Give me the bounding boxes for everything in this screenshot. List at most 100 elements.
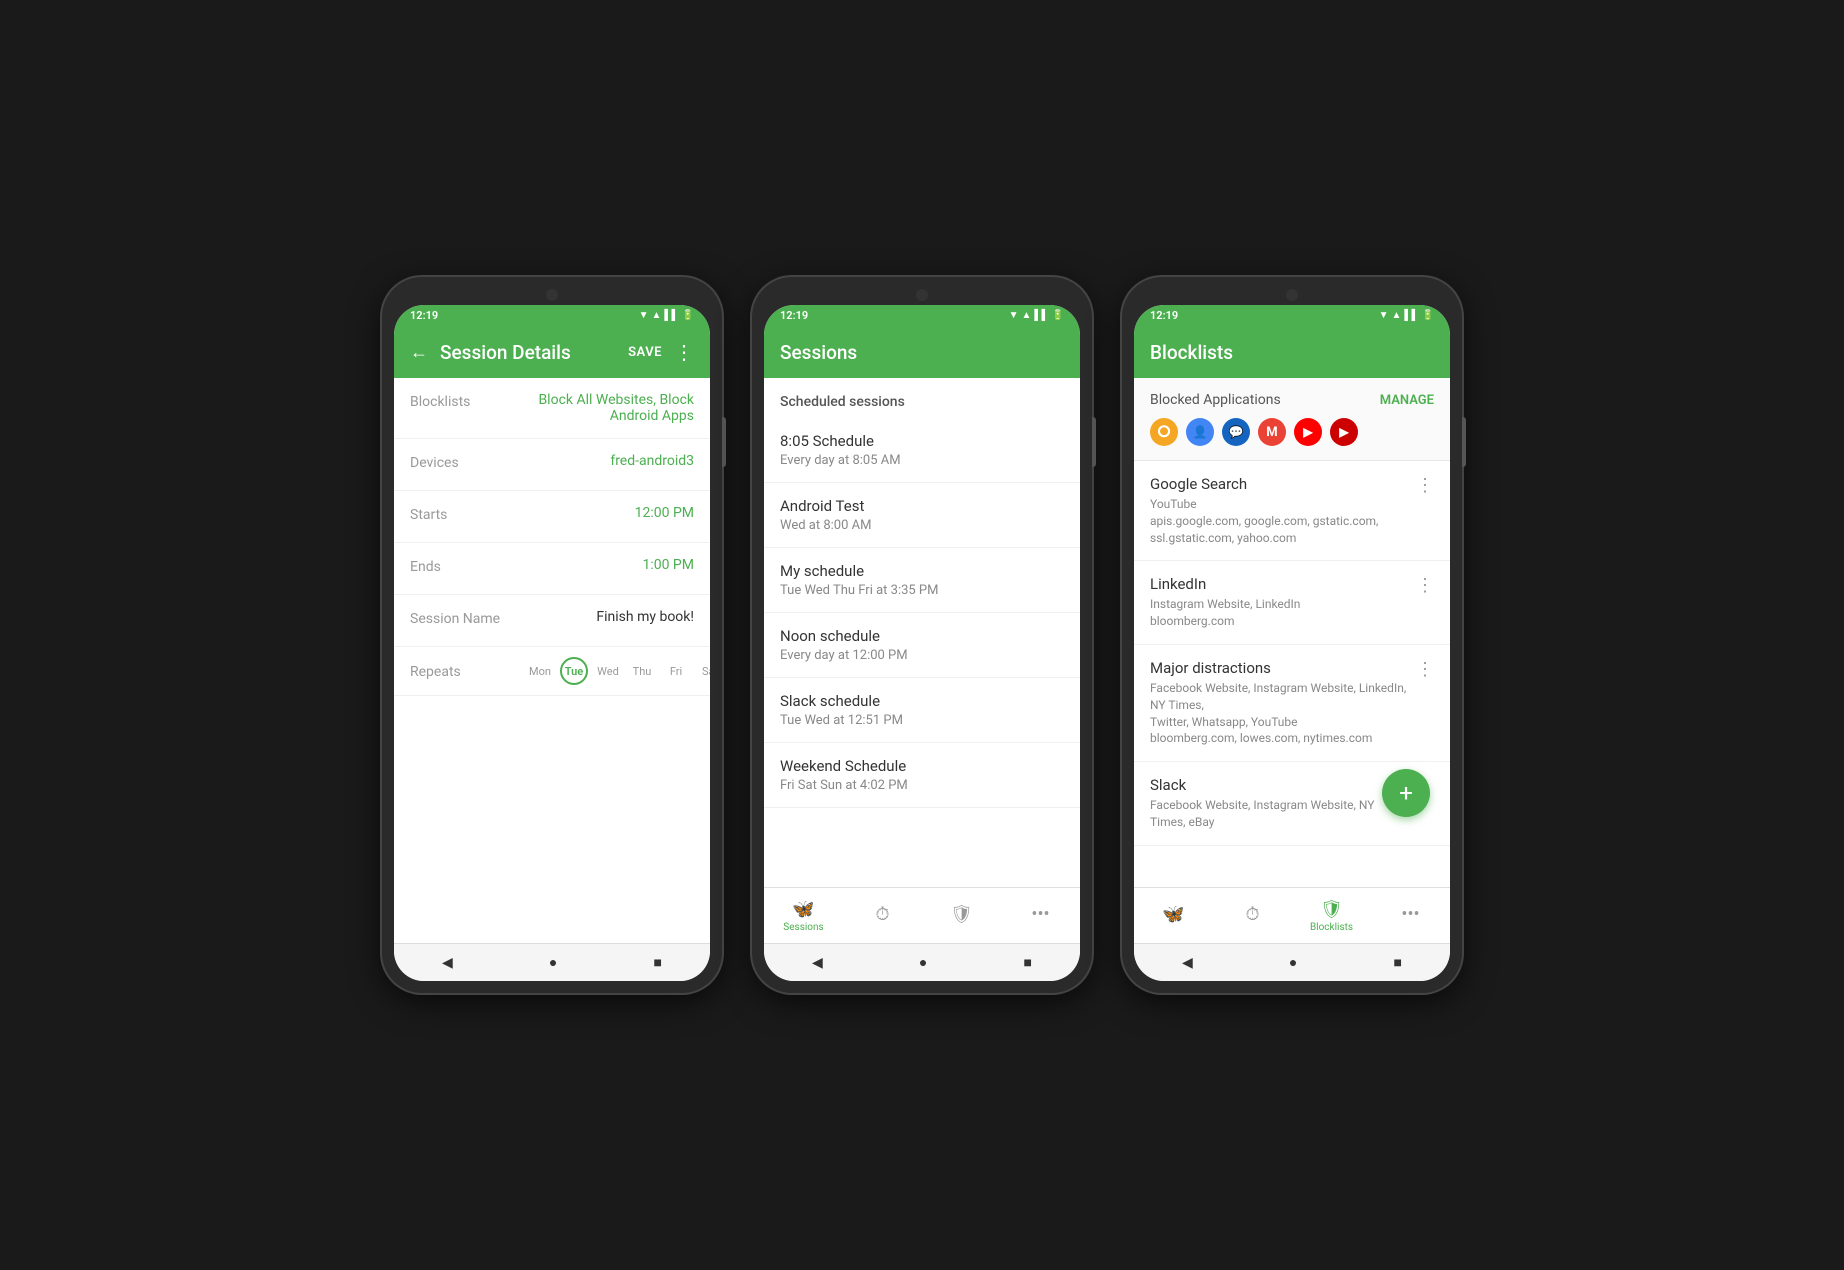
session-slack[interactable]: Slack schedule Tue Wed at 12:51 PM (764, 678, 1080, 743)
blocklist-linkedin[interactable]: LinkedIn Instagram Website, LinkedInbloo… (1134, 561, 1450, 645)
sessions-icon: 🦋 (792, 899, 814, 920)
add-blocklist-fab[interactable]: + (1382, 769, 1430, 817)
blocklist-major-distractions[interactable]: Major distractions Facebook Website, Ins… (1134, 645, 1450, 762)
blocklist-slack-name: Slack (1150, 776, 1408, 794)
session-my-schedule[interactable]: My schedule Tue Wed Thu Fri at 3:35 PM (764, 548, 1080, 613)
screen-title-2: Sessions (780, 341, 1064, 364)
session-android-test[interactable]: Android Test Wed at 8:00 AM (764, 483, 1080, 548)
blocked-apps-section: Blocked Applications MANAGE ⭘ 👤 💬 M ▶ ▶ (1134, 378, 1450, 461)
home-nav-1[interactable]: ● (549, 954, 557, 971)
starts-label: Starts (410, 505, 520, 523)
phone-session-details: 12:19 ▼ ▲ ▌▌ 🔋 ← Session Details SAVE ⋮ … (382, 277, 722, 993)
major-more-icon[interactable]: ⋮ (1408, 659, 1434, 680)
session-time-noon: Every day at 12:00 PM (780, 648, 1064, 663)
blocklists-icon: 🛡 (950, 904, 973, 925)
back-nav-3[interactable]: ◀ (1182, 955, 1193, 971)
devices-value[interactable]: fred-android3 (520, 453, 694, 469)
manage-button[interactable]: MANAGE (1380, 393, 1434, 408)
status-bar-1: 12:19 ▼ ▲ ▌▌ 🔋 (394, 305, 710, 326)
blocklist-google-info: Google Search YouTubeapis.google.com, go… (1150, 475, 1408, 546)
session-time-805: Every day at 8:05 AM (780, 453, 1064, 468)
session-details-content: Blocklists Block All Websites, Block And… (394, 378, 710, 943)
session-name-label: Session Name (410, 609, 520, 627)
ends-label: Ends (410, 557, 520, 575)
nav-more-3[interactable]: ••• (1371, 904, 1450, 927)
app-icon-gmail: M (1258, 418, 1286, 446)
starts-value[interactable]: 12:00 PM (520, 505, 694, 521)
session-time-slack: Tue Wed at 12:51 PM (780, 713, 1064, 728)
recent-nav-2[interactable]: ■ (1023, 954, 1031, 971)
day-wed[interactable]: Wed (594, 657, 622, 685)
recent-nav-1[interactable]: ■ (653, 954, 661, 971)
linkedin-more-icon[interactable]: ⋮ (1408, 575, 1434, 596)
day-mon[interactable]: Mon (526, 657, 554, 685)
time-display-2: 12:19 (780, 309, 808, 322)
devices-row: Devices fred-android3 (394, 439, 710, 491)
scheduled-sessions-header: Scheduled sessions (764, 378, 1080, 418)
devices-label: Devices (410, 453, 520, 471)
day-fri[interactable]: Fri (662, 657, 690, 685)
session-805[interactable]: 8:05 Schedule Every day at 8:05 AM (764, 418, 1080, 483)
app-icon-contacts: 👤 (1186, 418, 1214, 446)
ends-value[interactable]: 1:00 PM (520, 557, 694, 573)
ends-row: Ends 1:00 PM (394, 543, 710, 595)
nav-sessions-3[interactable]: 🦋 (1134, 904, 1213, 927)
nav-blocklists[interactable]: 🛡 (922, 904, 1001, 927)
nav-sessions[interactable]: 🦋 Sessions (764, 899, 843, 933)
session-name-805: 8:05 Schedule (780, 432, 1064, 450)
status-bar-2: 12:19 ▼ ▲ ▌▌ 🔋 (764, 305, 1080, 326)
sessions-content: Scheduled sessions 8:05 Schedule Every d… (764, 378, 1080, 887)
day-tue[interactable]: Tue (560, 657, 588, 685)
session-noon[interactable]: Noon schedule Every day at 12:00 PM (764, 613, 1080, 678)
more-icon-3: ••• (1401, 904, 1419, 925)
blocklists-value[interactable]: Block All Websites, Block Android Apps (520, 392, 694, 424)
more-icon: ••• (1031, 904, 1049, 925)
days-selector: Mon Tue Wed Thu Fri Sat Sun (524, 657, 710, 685)
back-button-1[interactable]: ← (410, 342, 428, 363)
blocked-apps-header: Blocked Applications MANAGE (1150, 392, 1434, 408)
blocklist-google-name: Google Search (1150, 475, 1408, 493)
nav-history[interactable]: ⏱ (843, 904, 922, 927)
session-time-weekend: Fri Sat Sun at 4:02 PM (780, 778, 1064, 793)
app-icon-meet: 💬 (1222, 418, 1250, 446)
session-time-android-test: Wed at 8:00 AM (780, 518, 1064, 533)
home-nav-3[interactable]: ● (1289, 954, 1297, 971)
blocklists-label: Blocklists (410, 392, 520, 410)
app-icons-row: ⭘ 👤 💬 M ▶ ▶ (1150, 418, 1434, 446)
nav-more[interactable]: ••• (1001, 904, 1080, 927)
android-nav-1: ◀ ● ■ (394, 943, 710, 981)
blocklist-google-sites: YouTubeapis.google.com, google.com, gsta… (1150, 496, 1408, 546)
session-name-noon: Noon schedule (780, 627, 1064, 645)
back-nav-1[interactable]: ◀ (442, 955, 453, 971)
status-bar-3: 12:19 ▼ ▲ ▌▌ 🔋 (1134, 305, 1450, 326)
status-icons-3: ▼ ▲ ▌▌ 🔋 (1379, 310, 1434, 321)
session-name-weekend: Weekend Schedule (780, 757, 1064, 775)
session-name-slack: Slack schedule (780, 692, 1064, 710)
session-name-value[interactable]: Finish my book! (520, 609, 694, 625)
day-sat[interactable]: Sat (696, 657, 710, 685)
phone-blocklists: 12:19 ▼ ▲ ▌▌ 🔋 Blocklists Blocked Applic… (1122, 277, 1462, 993)
save-button[interactable]: SAVE (628, 345, 662, 360)
blocklist-slack-info: Slack Facebook Website, Instagram Websit… (1150, 776, 1408, 831)
home-nav-2[interactable]: ● (919, 954, 927, 971)
back-nav-2[interactable]: ◀ (812, 955, 823, 971)
blocklist-major-name: Major distractions (1150, 659, 1408, 677)
blocklist-linkedin-sites: Instagram Website, LinkedInbloomberg.com (1150, 596, 1408, 630)
blocklists-icon-3: 🛡 (1320, 899, 1343, 920)
camera-notch (546, 289, 558, 301)
session-weekend[interactable]: Weekend Schedule Fri Sat Sun at 4:02 PM (764, 743, 1080, 808)
session-name-my-schedule: My schedule (780, 562, 1064, 580)
app-bar-1: ← Session Details SAVE ⋮ (394, 326, 710, 378)
blocklist-google-search[interactable]: Google Search YouTubeapis.google.com, go… (1134, 461, 1450, 561)
nav-history-3[interactable]: ⏱ (1213, 904, 1292, 927)
more-options-button-1[interactable]: ⋮ (674, 340, 694, 364)
day-thu[interactable]: Thu (628, 657, 656, 685)
blocklists-content: Blocked Applications MANAGE ⭘ 👤 💬 M ▶ ▶ … (1134, 378, 1450, 887)
blocklists-label-3: Blocklists (1310, 922, 1353, 933)
google-more-icon[interactable]: ⋮ (1408, 475, 1434, 496)
blocked-apps-title: Blocked Applications (1150, 392, 1281, 408)
nav-blocklists-3[interactable]: 🛡 Blocklists (1292, 899, 1371, 933)
recent-nav-3[interactable]: ■ (1393, 954, 1401, 971)
app-icon-youtube2: ▶ (1330, 418, 1358, 446)
blocklist-linkedin-name: LinkedIn (1150, 575, 1408, 593)
